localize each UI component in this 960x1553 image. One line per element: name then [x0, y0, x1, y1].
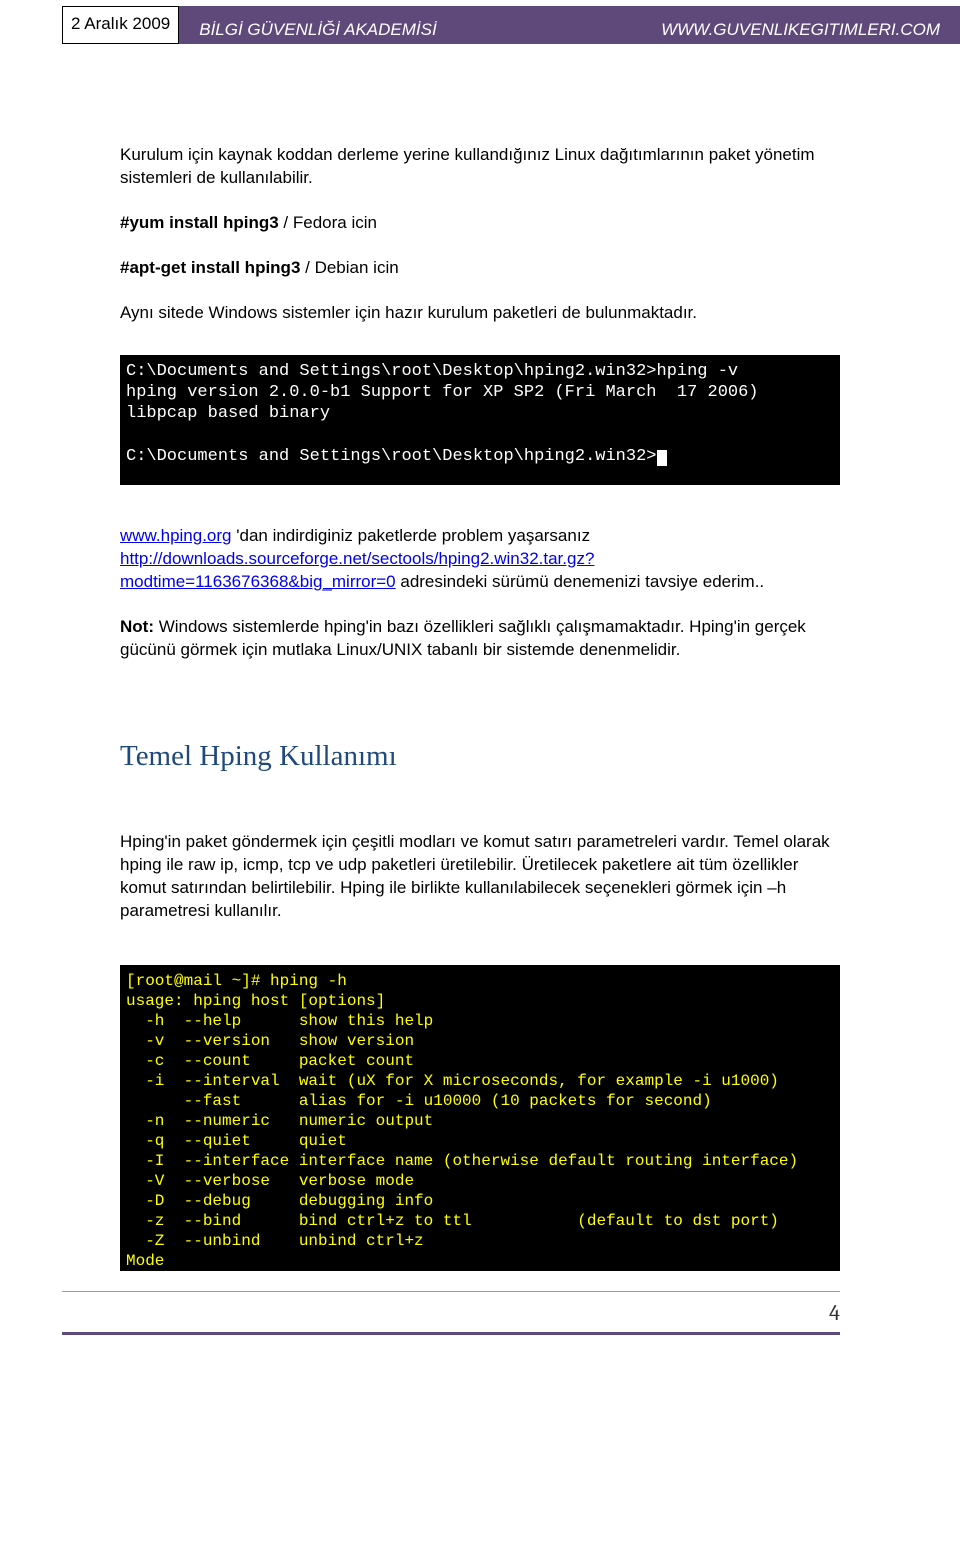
terminal-output-windows: C:\Documents and Settings\root\Desktop\h…: [120, 355, 840, 485]
page-header: 2 Aralık 2009 BİLGİ GÜVENLİĞİ AKADEMİSİ …: [62, 6, 960, 44]
page-number: 4: [829, 1300, 840, 1326]
paragraph-windows: Aynı sitede Windows sistemler için hazır…: [120, 302, 840, 325]
cmd-yum-desc: / Fedora icin: [279, 213, 377, 232]
t2-l3: -h --help show this help: [126, 1012, 433, 1030]
page-content: Kurulum için kaynak koddan derleme yerin…: [120, 144, 840, 1271]
note-label: Not:: [120, 617, 154, 636]
t2-l12: -D --debug debugging info: [126, 1192, 433, 1210]
date-box: 2 Aralık 2009: [62, 6, 179, 44]
link-hping-org[interactable]: www.hping.org: [120, 526, 232, 545]
t2-l4: -v --version show version: [126, 1032, 414, 1050]
para3-t2: adresindeki sürümü denemenizi tavsiye ed…: [396, 572, 765, 591]
terminal-output-help: [root@mail ~]# hping -h usage: hping hos…: [120, 965, 840, 1271]
t2-l10: -I --interface interface name (otherwise…: [126, 1152, 798, 1170]
t2-l9: -q --quiet quiet: [126, 1132, 347, 1150]
t2-l5: -c --count packet count: [126, 1052, 414, 1070]
paragraph-intro: Kurulum için kaynak koddan derleme yerin…: [120, 144, 840, 190]
term1-l1: C:\Documents and Settings\root\Desktop\h…: [126, 362, 738, 381]
t2-l7: --fast alias for -i u10000 (10 packets f…: [126, 1092, 712, 1110]
t2-l11: -V --verbose verbose mode: [126, 1172, 414, 1190]
title-right: WWW.GUVENLIKEGITIMLERI.COM: [661, 20, 940, 40]
paragraph-download-link: www.hping.org 'dan indirdiginiz paketler…: [120, 525, 840, 594]
command-block-1: #yum install hping3 / Fedora icin: [120, 212, 840, 235]
term1-l4: C:\Documents and Settings\root\Desktop\h…: [126, 447, 657, 466]
t2-l2: usage: hping host [options]: [126, 992, 385, 1010]
command-block-2: #apt-get install hping3 / Debian icin: [120, 257, 840, 280]
date-text: 2 Aralık 2009: [71, 15, 170, 34]
paragraph-note: Not: Windows sistemlerde hping'in bazı ö…: [120, 616, 840, 662]
title-bar: BİLGİ GÜVENLİĞİ AKADEMİSİ WWW.GUVENLIKEG…: [179, 6, 960, 44]
term1-l3: libpcap based binary: [126, 404, 330, 423]
cmd-apt: #apt-get install hping3: [120, 258, 300, 277]
section-heading: Temel Hping Kullanımı: [120, 737, 840, 776]
title-left: BİLGİ GÜVENLİĞİ AKADEMİSİ: [199, 20, 436, 40]
cursor-icon: [657, 450, 667, 466]
t2-l1: [root@mail ~]# hping -h: [126, 972, 347, 990]
t2-l14: -Z --unbind unbind ctrl+z: [126, 1232, 424, 1250]
cmd-apt-desc: / Debian icin: [300, 258, 398, 277]
t2-l13: -z --bind bind ctrl+z to ttl (default to…: [126, 1212, 779, 1230]
note-text: Windows sistemlerde hping'in bazı özelli…: [120, 617, 806, 659]
page-footer: 4: [62, 1291, 840, 1335]
t2-l15: Mode: [126, 1252, 164, 1270]
t2-l8: -n --numeric numeric output: [126, 1112, 433, 1130]
cmd-yum: #yum install hping3: [120, 213, 279, 232]
paragraph-usage: Hping'in paket göndermek için çeşitli mo…: [120, 831, 840, 923]
para3-t1: 'dan indirdiginiz paketlerde problem yaş…: [232, 526, 591, 545]
term1-l2: hping version 2.0.0-b1 Support for XP SP…: [126, 383, 759, 402]
t2-l6: -i --interval wait (uX for X microsecond…: [126, 1072, 779, 1090]
